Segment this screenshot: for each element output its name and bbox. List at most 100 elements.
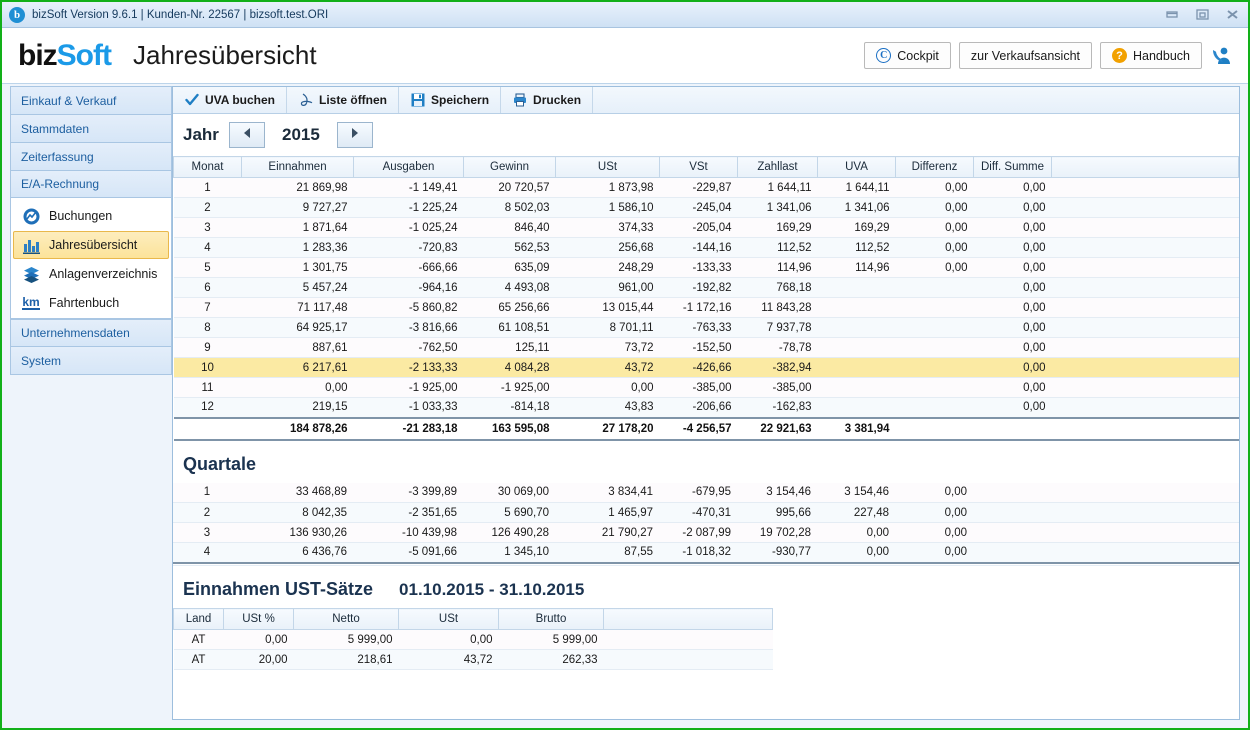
column-header[interactable]: UVA [817,156,896,178]
table-row[interactable]: 1 33 468,89 -3 399,89 30 069,00 3 834,41 -679… [173,482,1239,503]
cell-ausgaben: -1 149,41 [353,177,464,198]
cell-filler [1051,357,1239,378]
next-year-button[interactable] [336,122,373,148]
cell-filler [1051,197,1239,218]
sidebar-item-label: Fahrtenbuch [49,296,120,310]
triangle-left-icon [242,126,252,144]
cell-uva: 169,29 [817,217,896,238]
page-title: Jahresübersicht [133,40,317,70]
sidebar-item-jahresuebersicht[interactable]: Jahresübersicht [13,231,169,259]
sidebar-item-anlagenverzeichnis[interactable]: Anlagenverzeichnis [13,260,169,288]
cell-uva: 1 644,11 [817,177,896,198]
cockpit-button[interactable]: C Cockpit [864,42,951,69]
column-header[interactable]: Ausgaben [353,156,464,178]
table-row[interactable]: 9 887,61 -762,50 125,11 73,72 -152,50 -78,78 0,… [173,337,1239,358]
table-row[interactable]: 29 727,27 -1 225,24 8 502,03 1 586,10 -245,0… [173,197,1239,218]
column-header[interactable]: Brutto [498,608,604,630]
cell-vst: -144,16 [659,237,738,258]
cell-monat: 9 [173,337,242,358]
sidebar-section-system[interactable]: System [10,347,172,375]
column-header[interactable]: USt % [223,608,294,630]
cell-vst: -470,31 [659,502,737,523]
table-row[interactable]: 8 64 925,17 -3 816,66 61 108,51 8 701,11 -763… [173,317,1239,338]
ust-table: Land USt % Netto USt Brutto AT 0,00 5 999,00 0,… [173,608,773,670]
restore-icon[interactable] [1192,5,1212,23]
close-icon[interactable] [1222,5,1242,23]
cell-monat: 4 [173,237,242,258]
table-row[interactable]: 51 301,75 -666,66 635,09 248,29 -133,33 114,9… [173,257,1239,278]
handbuch-button-label: Handbuch [1133,48,1190,63]
sidebar-section-ea-rechnung[interactable]: E/A-Rechnung [10,170,172,198]
cell-filler [1051,377,1239,398]
table-row[interactable]: 1 21 869,98 -1 149,41 20 720,57 1 873,98 -229… [173,177,1239,198]
sidebar-item-label: Jahresübersicht [49,238,138,252]
totals-row: 184 878,26 -21 283,18 163 595,08 27 178,20-… [173,416,1239,441]
column-header[interactable]: USt [555,156,660,178]
cell-filler [1051,237,1239,258]
speichern-button[interactable]: Speichern [399,87,502,113]
column-header[interactable]: Diff. Summe [973,156,1052,178]
column-header[interactable]: Gewinn [463,156,556,178]
ust-table-header: Land USt % Netto USt Brutto [173,608,773,630]
cell-diff_summe: 0,00 [973,317,1052,338]
sidebar-section-unternehmensdaten[interactable]: Unternehmensdaten [10,319,172,347]
cell-einnahmen: 33 468,89 [241,482,353,503]
column-header[interactable]: VSt [659,156,738,178]
sidebar-item-buchungen[interactable]: Buchungen [13,202,169,230]
cell-gewinn: 20 720,57 [463,177,556,198]
verkaufsansicht-button[interactable]: zur Verkaufsansicht [958,42,1092,69]
uva-buchen-button[interactable]: UVA buchen [173,87,288,113]
cell-ausgaben: -5 091,66 [353,542,463,563]
cell-filler [1051,217,1239,238]
cell-uva: 114,96 [817,257,896,278]
cell-brutto: 262,33 [498,649,604,670]
table-row[interactable]: 46 436,76 -5 091,66 1 345,10 87,55 -1 018,32… [173,542,1239,563]
cell-uva: 227,48 [817,502,895,523]
triangle-right-icon [350,126,360,144]
minimize-icon[interactable] [1162,5,1182,23]
column-header[interactable]: Netto [293,608,399,630]
cell-ausgaben: -1 025,24 [353,217,464,238]
table-row[interactable]: 65 457,24 -964,16 4 493,08 961,00 -192,82 768… [173,277,1239,298]
sidebar-item-list: Buchungen Jahresübersicht Anlagenverzeic… [10,198,172,319]
column-header[interactable]: USt [398,608,499,630]
table-row[interactable]: 28 042,35 -2 351,65 5 690,70 1 465,97 -470,3… [173,502,1239,523]
logo-soft-text: Soft [56,38,112,72]
column-header[interactable]: Zahllast [737,156,818,178]
sidebar-item-fahrtenbuch[interactable]: km Fahrtenbuch [13,289,169,317]
column-header-filler [603,608,773,630]
sidebar-item-label: Anlagenverzeichnis [49,267,158,281]
table-row[interactable]: 41 283,36 -720,83 562,53 256,68 -144,16 112,5… [173,237,1239,258]
cell-vst: -2 087,99 [659,522,737,543]
column-header[interactable]: Monat [173,156,242,178]
support-contact-icon[interactable] [1210,44,1234,68]
cell-diff_summe [973,542,1051,563]
column-header[interactable]: Differenz [895,156,974,178]
column-header[interactable]: Einnahmen [241,156,354,178]
table-row[interactable]: AT 20,00 218,61 43,72 262,33 [173,649,773,670]
cell-differenz: 0,00 [895,542,973,563]
cell-ausgaben: -3 816,66 [353,317,464,338]
cell-ust: 256,68 [555,237,660,258]
drucken-button[interactable]: Drucken [501,87,594,113]
column-header[interactable]: Land [173,608,224,630]
sidebar-section-zeiterfassung[interactable]: Zeiterfassung [10,142,172,170]
table-row[interactable]: 3 136 930,26 -10 439,98 126 490,28 21 790,27… [173,522,1239,543]
sidebar-section-stammdaten[interactable]: Stammdaten [10,114,172,142]
sidebar-section-label: Unternehmensdaten [21,326,130,340]
sidebar-section-einkauf-verkauf[interactable]: Einkauf & Verkauf [10,86,172,114]
table-row[interactable]: 10 6 217,61 -2 133,33 4 084,28 43,72 -426,66-… [173,357,1239,378]
table-row[interactable]: 11 0,00 -1 925,00 -1 925,00 0,00 -385,00 -385,… [173,377,1239,398]
liste-oeffnen-button[interactable]: Liste öffnen [287,87,400,113]
cell-ust: 73,72 [555,337,660,358]
table-row[interactable]: AT 0,00 5 999,00 0,00 5 999,00 [173,629,773,650]
content-toolbar: UVA buchen Liste öffnen Speichern Drucke… [173,87,1239,114]
table-row[interactable]: 12 219,15 -1 033,33 -814,18 43,83 -206,66 -162… [173,397,1239,418]
table-row[interactable]: 7 71 117,48 -5 860,82 65 256,66 13 015,44 -1 … [173,297,1239,318]
table-row[interactable]: 31 871,64 -1 025,24 846,40 374,33 -205,04 169… [173,217,1239,238]
cell-gewinn: 126 490,28 [463,522,555,543]
handbuch-button[interactable]: ? Handbuch [1100,42,1202,69]
prev-year-button[interactable] [228,122,265,148]
cell-ausgaben: -1 925,00 [353,377,464,398]
cell-einnahmen: 136 930,26 [241,522,353,543]
